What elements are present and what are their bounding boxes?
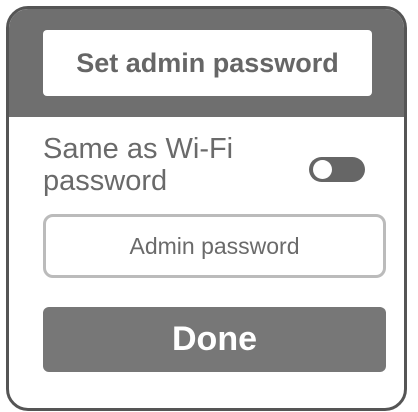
admin-password-input[interactable] [43,214,386,278]
dialog-header: Set admin password [9,9,404,117]
toggle-knob [313,160,332,179]
same-as-wifi-label-line1: Same as Wi-Fi [43,133,234,165]
same-as-wifi-label: Same as Wi-Fi password [43,133,273,197]
set-admin-password-dialog: Set admin password Same as Wi-Fi passwor… [6,6,407,411]
same-as-wifi-label-line2: password [43,165,168,197]
same-as-wifi-toggle[interactable] [309,157,365,182]
dialog-title: Set admin password [43,30,372,96]
done-button[interactable]: Done [43,307,386,372]
